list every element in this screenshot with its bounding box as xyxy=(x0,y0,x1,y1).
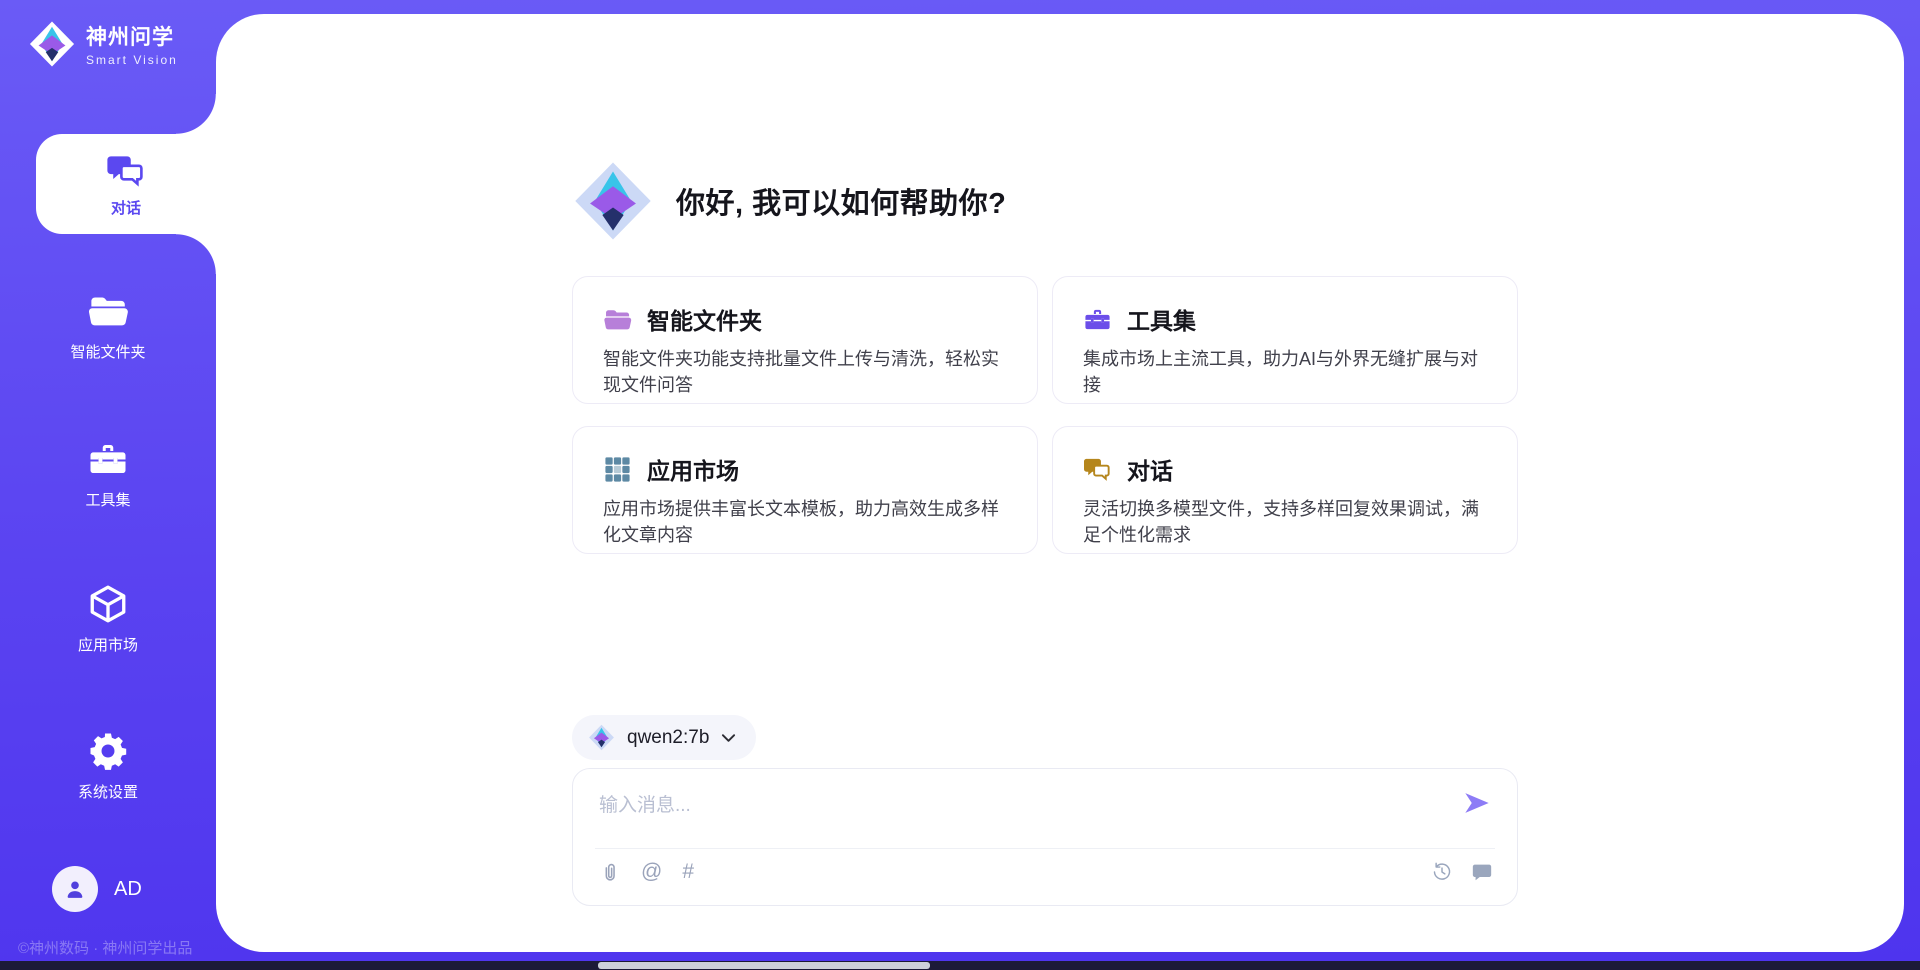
sidebar-item-label: 系统设置 xyxy=(78,781,138,802)
card-title: 应用市场 xyxy=(647,452,739,486)
sidebar-item-label: 工具集 xyxy=(85,489,130,510)
suggestion-cards: 智能文件夹 智能文件夹功能支持批量文件上传与清洗，轻松实现文件问答 工具集 集成… xyxy=(572,276,1518,554)
history-icon[interactable] xyxy=(1431,861,1453,883)
cube-icon xyxy=(87,583,129,625)
card-chat[interactable]: 对话 灵活切换多模型文件，支持多样回复效果调试，满足个性化需求 xyxy=(1052,426,1518,554)
sidebar-item-settings[interactable]: 系统设置 xyxy=(0,730,216,802)
card-title: 智能文件夹 xyxy=(647,302,762,336)
user-profile[interactable]: AD xyxy=(52,866,142,912)
card-description: 集成市场上主流工具，助力AI与外界无缝扩展与对接 xyxy=(1083,346,1487,398)
sidebar-footer: ©神州数码 · 神州问学出品 xyxy=(18,937,192,958)
card-title: 对话 xyxy=(1127,452,1173,486)
sidebar-item-toolset[interactable]: 工具集 xyxy=(0,438,216,510)
toolbox-icon xyxy=(87,438,129,480)
sidebar-item-app-market[interactable]: 应用市场 xyxy=(0,583,216,655)
sidebar-item-label: 应用市场 xyxy=(78,634,138,655)
gear-icon xyxy=(87,730,129,772)
card-smart-folder[interactable]: 智能文件夹 智能文件夹功能支持批量文件上传与清洗，轻松实现文件问答 xyxy=(572,276,1038,404)
grid-icon xyxy=(603,455,632,484)
greeting: 你好, 我可以如何帮助你? xyxy=(572,160,1006,242)
chat-bubble-icon[interactable] xyxy=(1471,861,1493,883)
sidebar: 神州问学 Smart Vision 对话 智能文件夹 工具集 xyxy=(0,0,216,970)
card-description: 灵活切换多模型文件，支持多样回复效果调试，满足个性化需求 xyxy=(1083,496,1487,548)
scrollbar-thumb[interactable] xyxy=(598,962,930,969)
message-input[interactable] xyxy=(599,789,1447,823)
model-selector[interactable]: qwen2:7b xyxy=(572,715,756,760)
composer-toolbar-right xyxy=(1431,861,1493,883)
composer-toolbar: @ # xyxy=(599,861,694,883)
sidebar-item-label: 智能文件夹 xyxy=(70,341,145,362)
folder-icon xyxy=(603,305,632,334)
model-diamond-icon xyxy=(588,724,615,751)
greeting-text: 你好, 我可以如何帮助你? xyxy=(676,180,1006,222)
card-app-market[interactable]: 应用市场 应用市场提供丰富长文本模板，助力高效生成多样化文章内容 xyxy=(572,426,1038,554)
folder-icon xyxy=(87,290,129,332)
chat-icon xyxy=(1083,455,1112,484)
sidebar-item-smart-folder[interactable]: 智能文件夹 xyxy=(0,290,216,362)
tab-curve-top xyxy=(176,94,216,134)
app-subtitle: Smart Vision xyxy=(86,53,178,67)
bottom-strip xyxy=(0,961,1920,970)
assistant-diamond-icon xyxy=(572,160,654,242)
card-description: 应用市场提供丰富长文本模板，助力高效生成多样化文章内容 xyxy=(603,496,1007,548)
model-name: qwen2:7b xyxy=(627,727,709,749)
sidebar-item-chat[interactable]: 对话 xyxy=(36,134,216,234)
user-initials: AD xyxy=(114,878,142,901)
mention-icon[interactable]: @ xyxy=(641,861,662,883)
message-composer: @ # xyxy=(572,768,1518,906)
toolbox-icon xyxy=(1083,305,1112,334)
card-description: 智能文件夹功能支持批量文件上传与清洗，轻松实现文件问答 xyxy=(603,346,1007,398)
send-icon[interactable] xyxy=(1463,791,1491,815)
card-toolset[interactable]: 工具集 集成市场上主流工具，助力AI与外界无缝扩展与对接 xyxy=(1052,276,1518,404)
card-title: 工具集 xyxy=(1127,302,1196,336)
paperclip-icon[interactable] xyxy=(599,861,621,883)
hashtag-icon[interactable]: # xyxy=(682,861,694,883)
chevron-down-icon xyxy=(721,733,736,743)
app-logo: 神州问学 Smart Vision xyxy=(28,20,178,68)
sidebar-item-label: 对话 xyxy=(111,197,141,218)
tab-curve-bottom xyxy=(176,234,216,274)
app-name: 神州问学 xyxy=(86,21,178,51)
chat-icon xyxy=(106,151,146,191)
person-icon xyxy=(62,876,88,902)
avatar xyxy=(52,866,98,912)
brand-diamond-icon xyxy=(28,20,76,68)
composer-divider xyxy=(595,848,1495,849)
